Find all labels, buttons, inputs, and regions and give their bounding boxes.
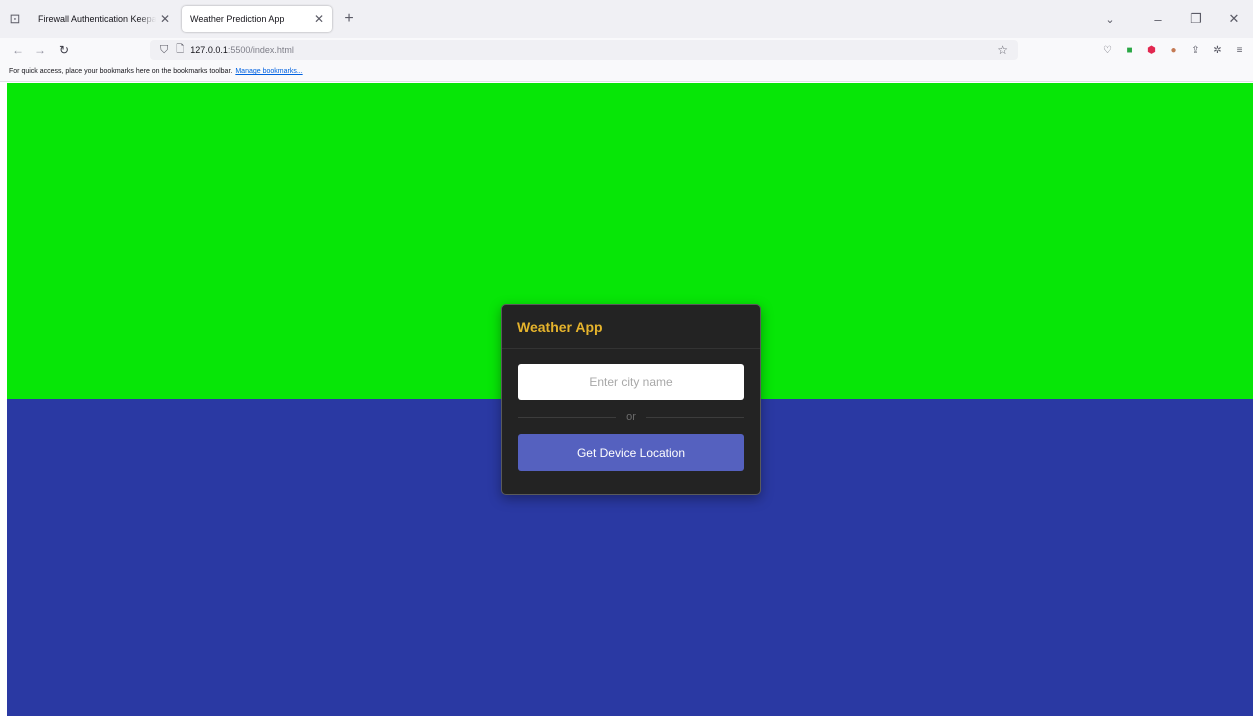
firefox-view-icon[interactable]: ⊡ <box>0 0 30 38</box>
navigation-bar: ← → ↻ ⛉ 🗋 127.0.0.1:5500/index.html ☆ ♡ … <box>0 38 1253 62</box>
reload-icon[interactable]: ↻ <box>54 43 74 57</box>
back-arrow-icon[interactable]: ← <box>8 43 28 57</box>
share-icon[interactable]: ⇪ <box>1190 45 1201 56</box>
close-tab-icon[interactable]: ✕ <box>314 12 324 26</box>
pocket-icon[interactable]: ♡ <box>1102 45 1113 56</box>
minimize-icon[interactable]: – <box>1139 12 1177 27</box>
url-host: 127.0.0.1 <box>190 45 228 55</box>
separator-text: or <box>626 411 636 423</box>
extension-shield-icon[interactable]: ⬢ <box>1146 45 1157 56</box>
manage-bookmarks-link[interactable]: Manage bookmarks... <box>235 68 302 75</box>
tab-title: Weather Prediction App <box>190 14 285 24</box>
card-body: or Get Device Location <box>502 349 760 471</box>
url-bar[interactable]: ⛉ 🗋 127.0.0.1:5500/index.html ☆ <box>150 40 1018 60</box>
bookmarks-toolbar: For quick access, place your bookmarks h… <box>0 62 1253 82</box>
separator-line <box>645 416 744 418</box>
card-header: Weather App <box>502 305 760 349</box>
extensions-icon[interactable]: ✲ <box>1212 45 1223 56</box>
list-all-tabs-icon[interactable]: ⌄ <box>1091 13 1129 26</box>
url-path: :5500/index.html <box>227 45 294 55</box>
tab-weather[interactable]: Weather Prediction App ✕ <box>182 6 332 32</box>
bookmark-star-icon[interactable]: ☆ <box>997 43 1008 57</box>
close-tab-icon[interactable]: ✕ <box>160 12 170 26</box>
restore-icon[interactable]: ❐ <box>1177 11 1215 27</box>
window-controls: ⌄ – ❐ ✕ <box>1091 0 1253 38</box>
separator-line <box>518 416 617 418</box>
close-window-icon[interactable]: ✕ <box>1215 11 1253 27</box>
extension-cookie-icon[interactable]: ● <box>1168 45 1179 56</box>
page-icon[interactable]: 🗋 <box>176 42 184 59</box>
extension-green-icon[interactable]: ■ <box>1124 45 1135 56</box>
bookmarks-hint: For quick access, place your bookmarks h… <box>9 68 233 75</box>
new-tab-icon[interactable]: + <box>336 10 362 28</box>
city-input[interactable] <box>518 364 744 400</box>
tab-bar: ⊡ Firewall Authentication Keepalive Wind… <box>0 0 1253 38</box>
weather-card: Weather App or Get Device Location <box>501 304 761 495</box>
toolbar-icons: ♡ ■ ⬢ ● ⇪ ✲ ≡ <box>1102 38 1245 62</box>
menu-icon[interactable]: ≡ <box>1234 45 1245 56</box>
page-viewport: Weather App or Get Device Location <box>7 83 1253 716</box>
tab-title: Firewall Authentication Keepalive Window <box>38 14 156 24</box>
app-title: Weather App <box>517 318 603 335</box>
tracking-shield-icon[interactable]: ⛉ <box>160 44 168 57</box>
tab-firewall[interactable]: Firewall Authentication Keepalive Window… <box>30 6 178 32</box>
get-device-location-button[interactable]: Get Device Location <box>518 434 744 471</box>
forward-arrow-icon[interactable]: → <box>30 43 50 57</box>
or-separator: or <box>518 400 744 434</box>
